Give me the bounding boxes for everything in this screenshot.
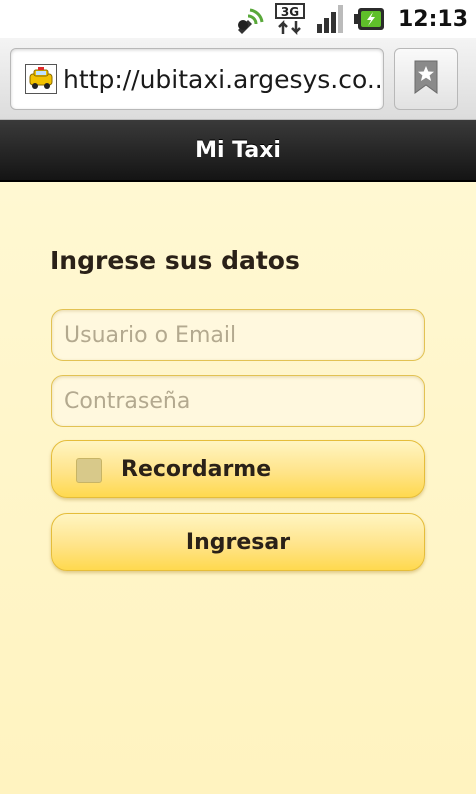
browser-toolbar: http://ubitaxi.argesys.co... — [0, 38, 476, 120]
login-button[interactable]: Ingresar — [51, 513, 425, 571]
remember-me-label: Recordarme — [121, 457, 272, 482]
bookmark-star-icon — [413, 59, 439, 99]
3g-data-icon: 3G — [274, 3, 306, 35]
password-input[interactable] — [51, 375, 425, 427]
bookmark-button[interactable] — [394, 48, 458, 110]
url-field[interactable]: http://ubitaxi.argesys.co... — [10, 48, 384, 110]
status-time: 12:13 — [397, 6, 468, 32]
sync-signal-icon — [234, 4, 266, 34]
username-input[interactable] — [51, 309, 425, 361]
form-heading: Ingrese sus datos — [50, 246, 300, 275]
remember-me-toggle[interactable]: Recordarme — [51, 440, 425, 498]
remember-me-checkbox[interactable] — [76, 458, 102, 483]
url-text: http://ubitaxi.argesys.co... — [63, 64, 383, 94]
page-header: Mi Taxi — [0, 120, 476, 182]
page-title: Mi Taxi — [195, 137, 281, 163]
login-content: Ingrese sus datos Recordarme Ingresar — [0, 182, 476, 794]
network-type-label: 3G — [281, 5, 299, 19]
taxi-favicon-icon — [25, 64, 57, 94]
signal-strength-icon — [314, 4, 346, 34]
login-button-label: Ingresar — [185, 529, 291, 555]
status-bar: 3G 12:13 — [0, 0, 476, 38]
battery-charging-icon — [353, 4, 386, 34]
